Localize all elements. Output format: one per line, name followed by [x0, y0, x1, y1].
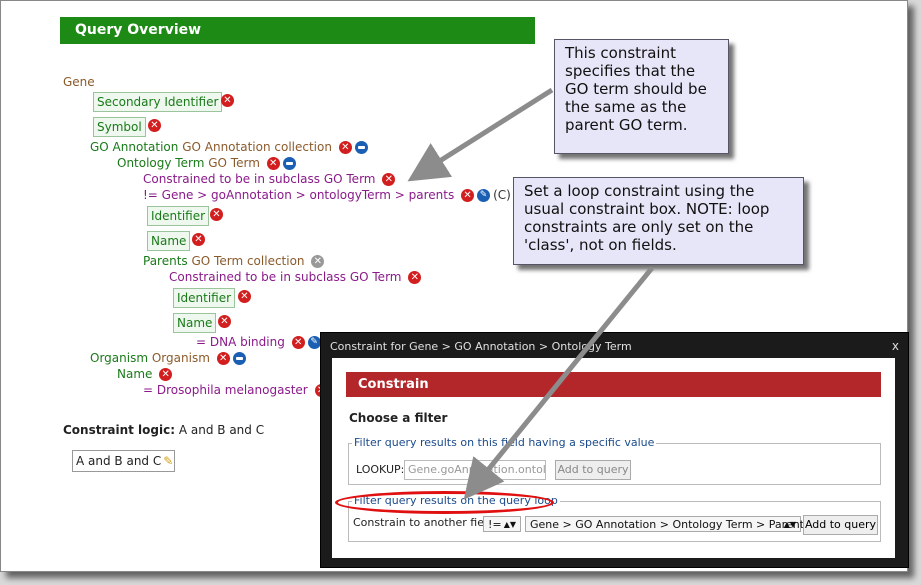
- callout-arrows: [407, 87, 654, 500]
- arrow-to-loop-constraint: [407, 87, 554, 182]
- arrow-to-query-loop: [463, 266, 654, 500]
